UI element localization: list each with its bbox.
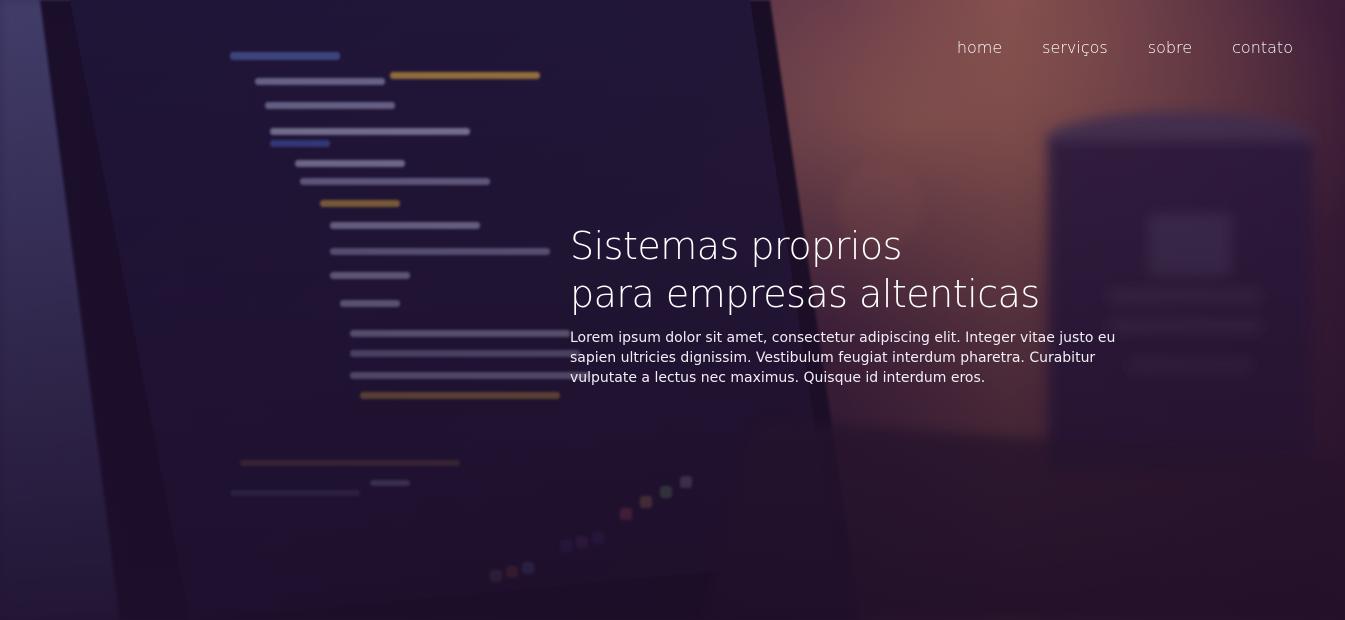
hero-title-line-2: para empresas altenticas <box>570 272 1040 316</box>
main-navigation: home serviços sobre contato <box>917 36 1293 60</box>
hero-title-line-1: Sistemas proprios <box>570 224 902 268</box>
nav-link-contato[interactable]: contato <box>1232 36 1293 60</box>
hero-title: Sistemas proprios para empresas altentic… <box>570 222 1170 318</box>
hero-content: Sistemas proprios para empresas altentic… <box>570 222 1170 388</box>
hero-section: home serviços sobre contato Sistemas pro… <box>0 0 1345 620</box>
nav-link-sobre[interactable]: sobre <box>1148 36 1192 60</box>
hero-description: Lorem ipsum dolor sit amet, consectetur … <box>570 330 1116 386</box>
nav-link-home[interactable]: home <box>957 36 1002 60</box>
nav-link-servicos[interactable]: serviços <box>1042 36 1108 60</box>
